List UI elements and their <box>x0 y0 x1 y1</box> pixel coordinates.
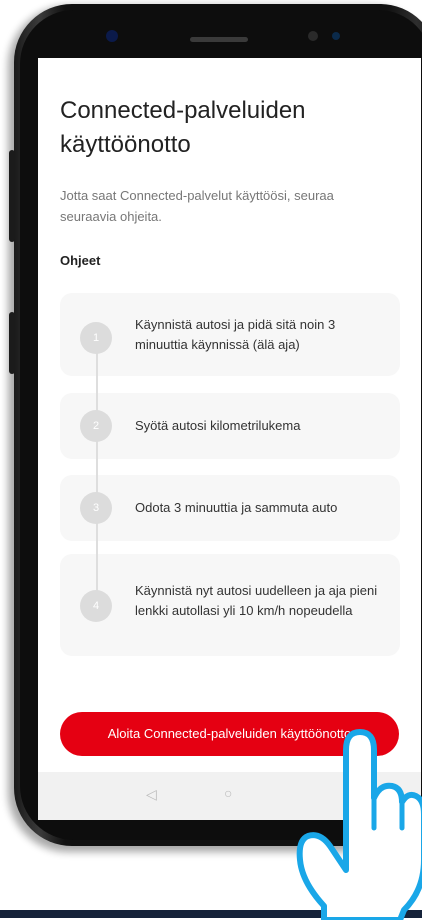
step-text: Käynnistä nyt autosi uudelleen ja aja pi… <box>135 583 378 618</box>
step-text: Käynnistä autosi ja pidä sitä noin 3 min… <box>135 317 336 352</box>
page-title: Connected-palveluiden käyttöönotto <box>60 97 306 158</box>
volume-button <box>9 150 15 242</box>
step-text: Odota 3 minuuttia ja sammuta auto <box>135 500 338 515</box>
step-number-badge: 2 <box>80 410 112 442</box>
pointing-hand-icon <box>296 729 422 920</box>
step-number-badge: 3 <box>80 492 112 524</box>
home-icon[interactable]: ○ <box>224 785 232 801</box>
section-label: Ohjeet <box>60 253 101 268</box>
steps-timeline-line <box>96 336 98 606</box>
step-number-badge: 1 <box>80 322 112 354</box>
back-icon[interactable]: ◁ <box>146 786 157 803</box>
step-number-badge: 4 <box>80 590 112 622</box>
phone-speaker <box>190 37 248 42</box>
iris-sensor <box>332 32 340 40</box>
proximity-sensor <box>308 31 318 41</box>
step-text: Syötä autosi kilometrilukema <box>135 418 301 433</box>
front-camera-icon <box>106 30 118 42</box>
page-subtitle: Jotta saat Connected-palvelut käyttöösi,… <box>60 188 334 224</box>
power-button <box>9 312 15 374</box>
